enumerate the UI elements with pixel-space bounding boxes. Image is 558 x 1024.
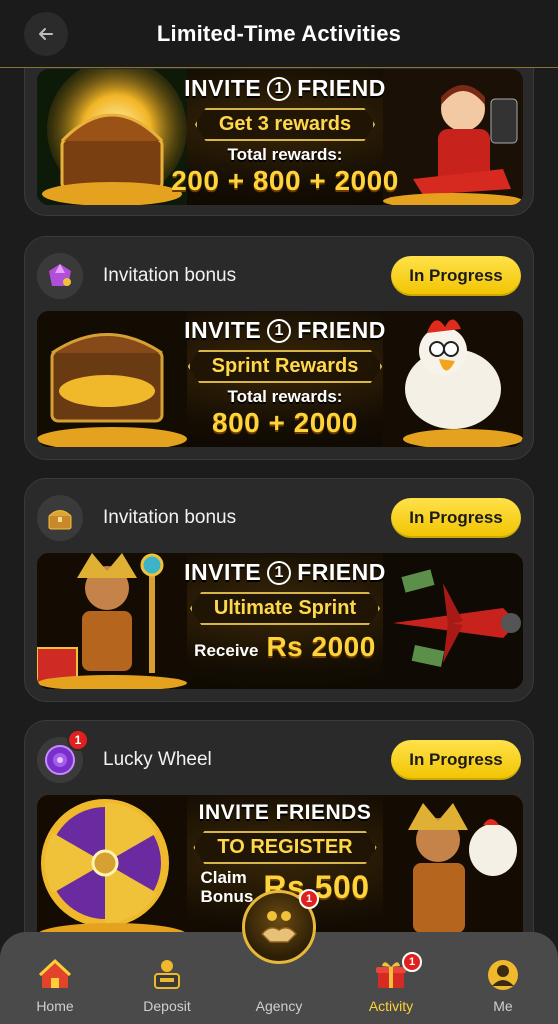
bottom-navigation: 1 Home Deposit Agency 1 Activity Me: [0, 889, 558, 1024]
pilot-girl-art: [383, 69, 523, 205]
banner-text: INVITE 1 FRIEND Sprint Rewards Total rew…: [167, 317, 403, 439]
banner-invite-text: INVITE: [184, 559, 262, 585]
card-title: Lucky Wheel: [103, 749, 212, 770]
banner-bonus-label: Bonus: [200, 887, 254, 906]
activity-banner[interactable]: INVITE 1 FRIEND Sprint Rewards Total rew…: [37, 311, 523, 447]
activity-card[interactable]: INVITE 1 FRIEND Get 3 rewards Total rewa…: [24, 68, 534, 216]
banner-invite-text: INVITE: [184, 75, 262, 101]
banner-friend-text: FRIEND: [297, 75, 386, 101]
lucky-wheel-art: [37, 795, 187, 945]
banner-pill: Get 3 rewards: [194, 108, 376, 141]
arrow-left-icon: [39, 28, 53, 40]
agency-center-button[interactable]: 1: [242, 889, 319, 964]
banner-pill: Ultimate Sprint: [189, 592, 381, 625]
banner-pill: TO REGISTER: [193, 831, 377, 864]
banner-total-value: 200 + 800 + 2000: [171, 165, 399, 196]
nav-label: Home: [36, 998, 74, 1014]
banner-receive-value: Rs 2000: [266, 631, 376, 662]
top-bar: Limited-Time Activities: [0, 0, 558, 68]
nav-deposit[interactable]: Deposit: [122, 958, 212, 1014]
card-title: Invitation bonus: [103, 507, 237, 528]
page-title: Limited-Time Activities: [156, 20, 402, 46]
gem-gift-icon: [37, 253, 83, 299]
banner-friend-text: FRIEND: [297, 559, 386, 585]
activity-banner[interactable]: INVITE 1 FRIEND Get 3 rewards Total rewa…: [37, 69, 523, 205]
treasure-chest-icon: [37, 495, 83, 541]
in-progress-button[interactable]: In Progress: [391, 740, 521, 780]
notification-badge: 1: [402, 952, 422, 972]
banner-receive-label: Receive: [194, 641, 259, 660]
activity-card[interactable]: Invitation bonus In Progress INVITE 1 FR…: [24, 478, 534, 702]
nav-me[interactable]: Me: [458, 958, 548, 1014]
card-header: Invitation bonus In Progress: [37, 493, 521, 543]
banner-text: INVITE 1 FRIEND Ultimate Sprint Receive …: [167, 559, 403, 663]
nav-label: Deposit: [143, 998, 191, 1014]
treasure-chest-art: [37, 311, 187, 447]
banner-total-value: 800 + 2000: [212, 407, 358, 438]
airplane-art: [383, 553, 523, 689]
aztec-warrior-art: [37, 553, 187, 689]
in-progress-button[interactable]: In Progress: [391, 256, 521, 296]
aztec-rooster-art: [383, 795, 523, 945]
notification-badge: 1: [299, 889, 319, 909]
nav-agency[interactable]: Agency: [234, 958, 324, 1014]
nav-activity[interactable]: 1 Activity: [346, 952, 436, 1014]
wheel-icon: 1: [37, 729, 89, 783]
card-header: Invitation bonus In Progress: [37, 251, 521, 301]
back-button[interactable]: [24, 12, 68, 56]
nav-label: Activity: [368, 998, 414, 1014]
activity-banner[interactable]: INVITE 1 FRIEND Ultimate Sprint Receive …: [37, 553, 523, 689]
treasure-chest-art: [37, 69, 187, 205]
avatar-icon: [488, 960, 518, 990]
handshake-icon: [260, 911, 298, 943]
activities-list[interactable]: INVITE 1 FRIEND Get 3 rewards Total rewa…: [0, 68, 558, 1024]
banner-invite-text: INVITE: [184, 317, 262, 343]
home-icon: [38, 958, 72, 988]
activity-card[interactable]: Invitation bonus In Progress INVITE 1 FR…: [24, 236, 534, 460]
banner-total-label: Total rewards:: [227, 387, 343, 406]
notification-badge: 1: [67, 729, 89, 751]
card-header: 1 Lucky Wheel In Progress: [37, 729, 521, 785]
nav-label: Me: [493, 998, 513, 1014]
in-progress-button[interactable]: In Progress: [391, 498, 521, 538]
banner-number: 1: [267, 76, 292, 101]
banner-friend-text: FRIEND: [297, 317, 386, 343]
rooster-art: [383, 311, 523, 447]
banner-total-label: Total rewards:: [227, 145, 343, 164]
deposit-icon: [154, 960, 180, 989]
nav-label: Agency: [255, 998, 303, 1014]
banner-invite-text: INVITE FRIENDS: [198, 801, 372, 824]
banner-pill: Sprint Rewards: [187, 350, 383, 383]
banner-number: 1: [267, 560, 292, 585]
banner-number: 1: [267, 318, 292, 343]
banner-claim-label: Claim: [200, 868, 247, 887]
nav-home[interactable]: Home: [10, 958, 100, 1014]
card-title: Invitation bonus: [103, 265, 237, 286]
banner-text: INVITE 1 FRIEND Get 3 rewards Total rewa…: [167, 75, 403, 197]
